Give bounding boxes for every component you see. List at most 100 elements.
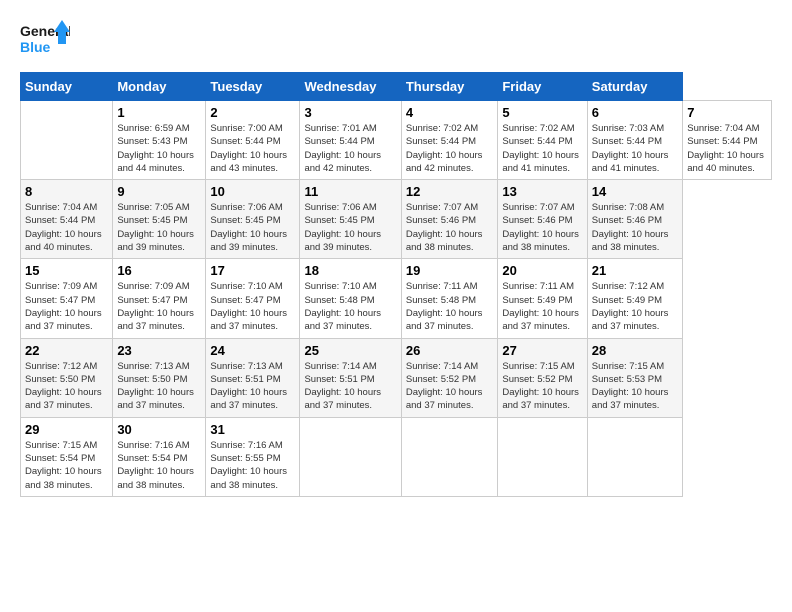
day-number: 22 [25, 343, 108, 358]
svg-text:Blue: Blue [20, 39, 51, 55]
day-cell-11: 11Sunrise: 7:06 AMSunset: 5:45 PMDayligh… [300, 180, 401, 259]
day-info: Sunrise: 7:14 AMSunset: 5:51 PMDaylight:… [304, 360, 396, 413]
col-header-saturday: Saturday [587, 73, 682, 101]
day-info: Sunrise: 7:13 AMSunset: 5:50 PMDaylight:… [117, 360, 201, 413]
day-cell-5: 5 Sunrise: 7:02 AMSunset: 5:44 PMDaylight… [498, 101, 587, 180]
day-cell-7: 7Sunrise: 7:04 AMSunset: 5:44 PMDaylight… [683, 101, 772, 180]
page-container: General Blue SundayMondayTuesdayWednesda… [0, 0, 792, 507]
day-cell-21: 21 Sunrise: 7:12 AMSunset: 5:49 PMDayligh… [587, 259, 682, 338]
day-number: 3 [304, 105, 396, 120]
day-number: 10 [210, 184, 295, 199]
day-info: Sunrise: 7:15 AMSunset: 5:53 PMDaylight:… [592, 360, 678, 413]
day-number: 5 [502, 105, 582, 120]
day-number: 14 [592, 184, 678, 199]
day-info: Sunrise: 7:07 AMSunset: 5:46 PMDaylight:… [406, 201, 494, 254]
day-info: Sunrise: 7:09 AMSunset: 5:47 PMDaylight:… [117, 280, 201, 333]
header-row: SundayMondayTuesdayWednesdayThursdayFrid… [21, 73, 772, 101]
week-row-1: 1 Sunrise: 6:59 AMSunset: 5:43 PMDaylight… [21, 101, 772, 180]
logo: General Blue [20, 18, 70, 60]
day-cell-18: 18 Sunrise: 7:10 AMSunset: 5:48 PMDayligh… [300, 259, 401, 338]
day-cell-9: 9 Sunrise: 7:05 AMSunset: 5:45 PMDaylight… [113, 180, 206, 259]
logo-svg: General Blue [20, 18, 70, 60]
day-info: Sunrise: 7:12 AMSunset: 5:49 PMDaylight:… [592, 280, 678, 333]
day-number: 9 [117, 184, 201, 199]
day-cell-31: 31Sunrise: 7:16 AMSunset: 5:55 PMDayligh… [206, 417, 300, 496]
day-cell-empty [300, 417, 401, 496]
day-cell-6: 6Sunrise: 7:03 AMSunset: 5:44 PMDaylight… [587, 101, 682, 180]
day-info: Sunrise: 7:02 AMSunset: 5:44 PMDaylight:… [502, 122, 582, 175]
day-info: Sunrise: 7:01 AMSunset: 5:44 PMDaylight:… [304, 122, 396, 175]
day-number: 20 [502, 263, 582, 278]
day-info: Sunrise: 7:08 AMSunset: 5:46 PMDaylight:… [592, 201, 678, 254]
day-cell-10: 10 Sunrise: 7:06 AMSunset: 5:45 PMDayligh… [206, 180, 300, 259]
day-info: Sunrise: 7:10 AMSunset: 5:47 PMDaylight:… [210, 280, 295, 333]
day-cell-24: 24 Sunrise: 7:13 AMSunset: 5:51 PMDayligh… [206, 338, 300, 417]
day-info: Sunrise: 7:15 AMSunset: 5:52 PMDaylight:… [502, 360, 582, 413]
day-cell-empty [498, 417, 587, 496]
day-cell-17: 17 Sunrise: 7:10 AMSunset: 5:47 PMDayligh… [206, 259, 300, 338]
day-number: 21 [592, 263, 678, 278]
day-info: Sunrise: 7:04 AMSunset: 5:44 PMDaylight:… [25, 201, 108, 254]
day-number: 1 [117, 105, 201, 120]
day-cell-15: 15 Sunrise: 7:09 AMSunset: 5:47 PMDayligh… [21, 259, 113, 338]
week-row-5: 29Sunrise: 7:15 AMSunset: 5:54 PMDayligh… [21, 417, 772, 496]
week-row-2: 8 Sunrise: 7:04 AMSunset: 5:44 PMDaylight… [21, 180, 772, 259]
col-header-thursday: Thursday [401, 73, 498, 101]
header: General Blue [20, 18, 772, 60]
day-cell-27: 27 Sunrise: 7:15 AMSunset: 5:52 PMDayligh… [498, 338, 587, 417]
day-number: 24 [210, 343, 295, 358]
day-info: Sunrise: 7:06 AMSunset: 5:45 PMDaylight:… [210, 201, 295, 254]
day-info: Sunrise: 7:11 AMSunset: 5:48 PMDaylight:… [406, 280, 494, 333]
col-header-sunday: Sunday [21, 73, 113, 101]
day-number: 8 [25, 184, 108, 199]
day-info: Sunrise: 7:05 AMSunset: 5:45 PMDaylight:… [117, 201, 201, 254]
col-header-friday: Friday [498, 73, 587, 101]
empty-cell [21, 101, 113, 180]
day-cell-3: 3 Sunrise: 7:01 AMSunset: 5:44 PMDaylight… [300, 101, 401, 180]
day-info: Sunrise: 7:00 AMSunset: 5:44 PMDaylight:… [210, 122, 295, 175]
day-cell-20: 20 Sunrise: 7:11 AMSunset: 5:49 PMDayligh… [498, 259, 587, 338]
day-cell-26: 26 Sunrise: 7:14 AMSunset: 5:52 PMDayligh… [401, 338, 498, 417]
day-number: 28 [592, 343, 678, 358]
day-number: 15 [25, 263, 108, 278]
day-info: Sunrise: 7:16 AMSunset: 5:54 PMDaylight:… [117, 439, 201, 492]
day-number: 23 [117, 343, 201, 358]
col-header-wednesday: Wednesday [300, 73, 401, 101]
day-info: Sunrise: 7:09 AMSunset: 5:47 PMDaylight:… [25, 280, 108, 333]
day-info: Sunrise: 7:13 AMSunset: 5:51 PMDaylight:… [210, 360, 295, 413]
day-cell-12: 12Sunrise: 7:07 AMSunset: 5:46 PMDayligh… [401, 180, 498, 259]
day-cell-22: 22Sunrise: 7:12 AMSunset: 5:50 PMDayligh… [21, 338, 113, 417]
day-number: 26 [406, 343, 494, 358]
day-cell-16: 16 Sunrise: 7:09 AMSunset: 5:47 PMDayligh… [113, 259, 206, 338]
day-number: 19 [406, 263, 494, 278]
day-number: 30 [117, 422, 201, 437]
day-number: 7 [687, 105, 767, 120]
day-info: Sunrise: 7:15 AMSunset: 5:54 PMDaylight:… [25, 439, 108, 492]
week-row-3: 15 Sunrise: 7:09 AMSunset: 5:47 PMDayligh… [21, 259, 772, 338]
day-info: Sunrise: 7:11 AMSunset: 5:49 PMDaylight:… [502, 280, 582, 333]
day-info: Sunrise: 7:02 AMSunset: 5:44 PMDaylight:… [406, 122, 494, 175]
day-number: 27 [502, 343, 582, 358]
day-number: 13 [502, 184, 582, 199]
day-number: 16 [117, 263, 201, 278]
day-info: Sunrise: 7:16 AMSunset: 5:55 PMDaylight:… [210, 439, 295, 492]
day-number: 4 [406, 105, 494, 120]
day-number: 17 [210, 263, 295, 278]
day-number: 25 [304, 343, 396, 358]
day-cell-1: 1 Sunrise: 6:59 AMSunset: 5:43 PMDaylight… [113, 101, 206, 180]
day-cell-19: 19 Sunrise: 7:11 AMSunset: 5:48 PMDayligh… [401, 259, 498, 338]
day-info: Sunrise: 7:10 AMSunset: 5:48 PMDaylight:… [304, 280, 396, 333]
day-info: Sunrise: 7:14 AMSunset: 5:52 PMDaylight:… [406, 360, 494, 413]
day-cell-25: 25 Sunrise: 7:14 AMSunset: 5:51 PMDayligh… [300, 338, 401, 417]
col-header-monday: Monday [113, 73, 206, 101]
day-info: Sunrise: 6:59 AMSunset: 5:43 PMDaylight:… [117, 122, 201, 175]
day-cell-empty [587, 417, 682, 496]
day-cell-2: 2Sunrise: 7:00 AMSunset: 5:44 PMDaylight… [206, 101, 300, 180]
day-cell-8: 8 Sunrise: 7:04 AMSunset: 5:44 PMDaylight… [21, 180, 113, 259]
day-cell-23: 23 Sunrise: 7:13 AMSunset: 5:50 PMDayligh… [113, 338, 206, 417]
day-cell-28: 28 Sunrise: 7:15 AMSunset: 5:53 PMDayligh… [587, 338, 682, 417]
day-info: Sunrise: 7:06 AMSunset: 5:45 PMDaylight:… [304, 201, 396, 254]
day-number: 18 [304, 263, 396, 278]
week-row-4: 22Sunrise: 7:12 AMSunset: 5:50 PMDayligh… [21, 338, 772, 417]
calendar-table: SundayMondayTuesdayWednesdayThursdayFrid… [20, 72, 772, 497]
